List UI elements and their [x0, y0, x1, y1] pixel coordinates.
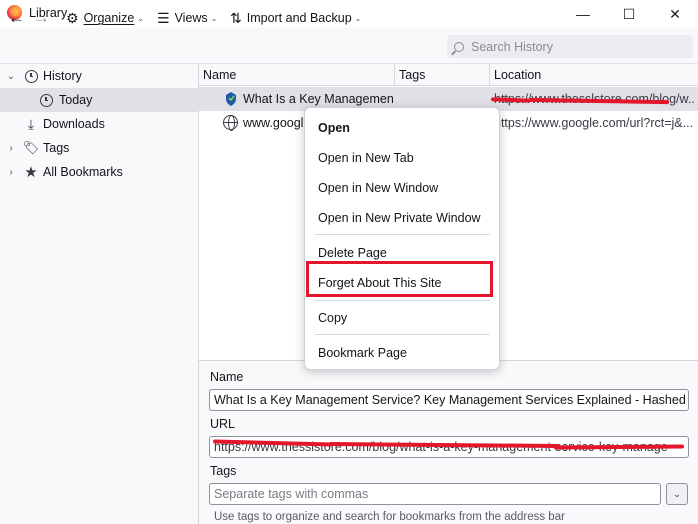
sidebar-item-label: Today	[59, 93, 93, 107]
download-icon: ⤓	[27, 115, 35, 132]
sidebar-item-label: Downloads	[43, 117, 105, 131]
column-header-location[interactable]: Location	[490, 64, 698, 86]
sidebar-item-today[interactable]: Today	[0, 88, 199, 112]
menu-item-delete-page[interactable]: Delete Page	[318, 243, 387, 263]
organize-label: Organize	[83, 11, 135, 25]
search-box[interactable]	[447, 35, 693, 58]
clock-icon	[23, 68, 39, 84]
menu-separator	[315, 234, 490, 235]
back-button[interactable]: ←	[8, 8, 25, 28]
tags-hint: Use tags to organize and search for book…	[214, 511, 565, 523]
menu-item-copy[interactable]: Copy	[318, 308, 347, 328]
import-export-arrows-icon: ⇅	[230, 9, 242, 26]
menu-item-open-private-window[interactable]: Open in New Private Window	[318, 208, 481, 228]
search-input[interactable]	[471, 39, 671, 54]
menu-item-open-new-window[interactable]: Open in New Window	[318, 178, 438, 198]
chevron-down-icon: ⌄	[673, 488, 681, 499]
menu-item-open[interactable]: Open	[318, 118, 350, 138]
back-arrow-icon: ←	[8, 8, 25, 27]
globe-icon	[223, 115, 238, 131]
tags-input[interactable]: Separate tags with commas	[209, 483, 661, 505]
star-icon: ★	[24, 164, 38, 181]
sidebar-item-label: All Bookmarks	[43, 165, 123, 179]
row-location: https://www.google.com/url?rct=j&...	[494, 116, 694, 130]
tags-label: Tags	[210, 464, 237, 478]
row-name: www.googl	[243, 116, 304, 130]
search-icon	[454, 41, 464, 52]
chevron-right-icon[interactable]: ›	[6, 167, 16, 178]
close-button[interactable]: ✕	[652, 0, 698, 28]
sidebar-item-downloads[interactable]: ⤓ Downloads	[0, 112, 199, 136]
import-backup-menu-button[interactable]: ⇅ Import and Backup ⌄	[230, 8, 361, 28]
name-field[interactable]: What Is a Key Management Service? Key Ma…	[209, 389, 689, 411]
import-backup-label: Import and Backup	[246, 11, 352, 25]
site-favicon-icon	[226, 92, 236, 106]
forward-button[interactable]: →	[33, 8, 50, 28]
menu-separator	[315, 300, 490, 301]
clock-icon	[38, 92, 54, 108]
tags-dropdown-button[interactable]: ⌄	[666, 483, 688, 505]
sidebar-item-label: Tags	[43, 141, 70, 155]
url-label: URL	[210, 417, 236, 431]
menu-separator	[315, 334, 490, 335]
name-label: Name	[210, 370, 244, 384]
views-label: Views	[174, 11, 208, 25]
menu-item-bookmark-page[interactable]: Bookmark Page	[318, 343, 407, 363]
views-menu-button[interactable]: ☰ Views ⌄	[157, 8, 217, 28]
details-pane: Name What Is a Key Management Service? K…	[199, 360, 698, 524]
forward-arrow-icon: →	[33, 8, 50, 27]
sidebar: ⌄ History Today ⤓ Downloads › 🏷 Tags › ★…	[0, 64, 199, 524]
chevron-right-icon[interactable]: ›	[6, 143, 16, 154]
minimize-button[interactable]: —	[560, 0, 606, 28]
column-header-name[interactable]: Name	[199, 64, 395, 86]
chevron-down-icon: ⌄	[354, 13, 362, 23]
annotation-highlight-box	[306, 261, 493, 297]
gear-icon: ⚙	[66, 9, 79, 26]
sidebar-item-all-bookmarks[interactable]: › ★ All Bookmarks	[0, 160, 199, 184]
organize-menu-button[interactable]: ⚙ Organize ⌄	[66, 8, 144, 28]
sidebar-item-label: History	[43, 69, 82, 83]
column-header-tags[interactable]: Tags	[395, 64, 490, 86]
chevron-down-icon: ⌄	[210, 13, 218, 23]
context-menu: Open Open in New Tab Open in New Window …	[304, 107, 500, 370]
chevron-down-icon: ⌄	[137, 13, 144, 23]
maximize-button[interactable]: ☐	[606, 0, 652, 28]
chevron-down-icon[interactable]: ⌄	[6, 71, 16, 82]
menu-item-open-new-tab[interactable]: Open in New Tab	[318, 148, 414, 168]
list-view-icon: ☰	[157, 9, 170, 26]
sidebar-item-tags[interactable]: › 🏷 Tags	[0, 136, 199, 160]
tag-icon: 🏷	[22, 140, 40, 155]
sidebar-item-history[interactable]: ⌄ History	[0, 64, 199, 88]
